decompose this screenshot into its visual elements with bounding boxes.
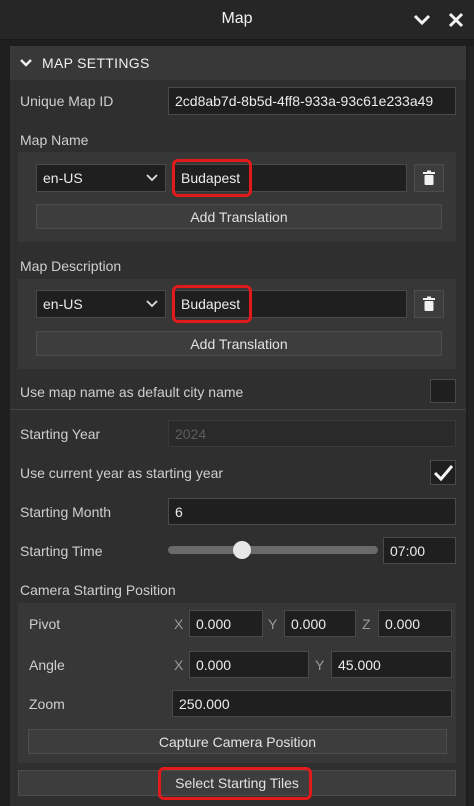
use-current-year-checkbox[interactable] [430,460,456,485]
starting-month-input[interactable]: 6 [168,498,456,525]
camera-title: Camera Starting Position [20,582,176,598]
angle-x-input[interactable]: 0.000 [189,651,309,678]
angle-y-axis-label: Y [315,657,325,673]
starting-time-input[interactable]: 07:00 [383,537,456,564]
locale-value: en-US [43,170,83,186]
chevron-down-icon [146,174,158,182]
pivot-x-axis-label: X [174,616,184,632]
section-title: MAP SETTINGS [42,55,150,71]
pivot-x-input[interactable]: 0.000 [189,610,263,637]
map-description-label: Map Description [20,258,122,274]
starting-time-slider-track[interactable] [168,546,378,554]
starting-time-slider-handle[interactable] [233,541,252,559]
map-name-locale-select[interactable]: en-US [36,164,166,192]
starting-time-label: Starting Time [20,543,103,559]
locale-value: en-US [43,296,83,312]
starting-year-input[interactable]: 2024 [168,420,456,447]
starting-year-label: Starting Year [20,426,101,442]
delete-map-name-button[interactable] [414,164,444,192]
angle-x-axis-label: X [174,657,184,673]
map-name-label: Map Name [20,132,89,148]
checkmark-icon [433,465,454,482]
starting-month-label: Starting Month [20,504,112,520]
pivot-z-axis-label: Z [362,616,371,632]
map-description-locale-select[interactable]: en-US [36,290,166,318]
window-titlebar: Map [0,0,474,40]
zoom-input[interactable]: 250.000 [172,690,452,717]
pivot-label: Pivot [29,616,61,632]
close-icon [448,12,464,28]
select-tiles-highlight [158,767,312,800]
chevron-down-icon [413,14,431,26]
map-description-highlight [172,285,252,323]
pivot-y-axis-label: Y [268,616,278,632]
delete-map-description-button[interactable] [414,290,444,318]
close-window-button[interactable] [444,8,468,32]
trash-icon [423,170,435,185]
map-name-add-translation-button[interactable]: Add Translation [36,204,442,229]
unique-id-field[interactable]: 2cd8ab7d-8b5d-4ff8-933a-93c61e233a49 [168,87,456,115]
collapse-window-button[interactable] [410,8,434,32]
window-title: Map [221,10,253,27]
map-settings-header[interactable]: MAP SETTINGS [10,46,466,80]
angle-label: Angle [29,657,65,673]
divider [10,409,466,410]
map-name-highlight [172,159,252,197]
trash-icon [423,296,435,311]
use-current-year-label: Use current year as starting year [20,465,224,481]
use-name-city-checkbox[interactable] [430,379,456,403]
unique-id-label: Unique Map ID [20,93,114,109]
use-name-city-label: Use map name as default city name [20,384,244,400]
scrollbar[interactable] [468,46,474,806]
zoom-label: Zoom [29,696,65,712]
chevron-down-icon [146,300,158,308]
pivot-y-input[interactable]: 0.000 [284,610,356,637]
capture-camera-position-button[interactable]: Capture Camera Position [28,729,447,754]
angle-y-input[interactable]: 45.000 [331,651,452,678]
map-description-add-translation-button[interactable]: Add Translation [36,331,442,356]
pivot-z-input[interactable]: 0.000 [378,610,452,637]
chevron-down-icon [20,59,32,67]
